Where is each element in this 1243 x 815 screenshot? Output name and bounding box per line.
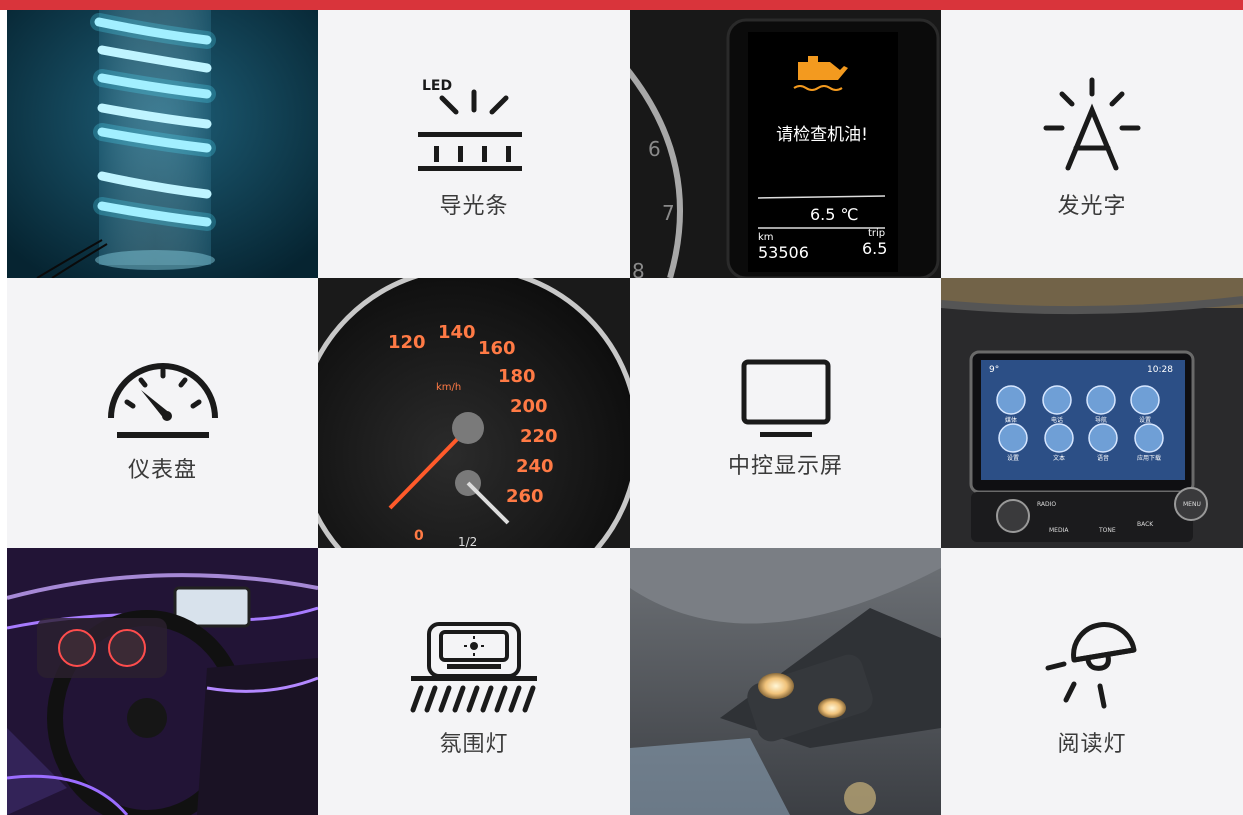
speed-160: 160 <box>478 338 516 359</box>
media-button-label: MEDIA <box>1049 527 1069 534</box>
luminous-letter-icon <box>1042 76 1142 172</box>
label-dashboard: 仪表盘 <box>127 458 197 483</box>
label-luminous-character: 发光字 <box>1057 194 1127 219</box>
trip-label: trip <box>868 228 885 239</box>
top-accent-bar <box>0 0 1243 10</box>
gauge-number-6: 6 <box>648 137 661 161</box>
photo-el-wire-cylinder <box>7 10 318 278</box>
tile-center-display: 中控显示屏 <box>630 278 941 548</box>
speed-200: 200 <box>510 396 548 417</box>
trip-value: 6.5 <box>862 239 887 258</box>
photo-ambient-interior <box>7 548 318 815</box>
dashboard-gauge-icon <box>105 352 221 442</box>
photo-speedometer: 120 140 160 180 200 220 240 260 100 0 km… <box>318 278 630 548</box>
led-light-strip-icon: LED <box>414 74 534 184</box>
app-label: 设置 <box>1007 454 1019 462</box>
speed-260: 260 <box>506 486 544 507</box>
speed-220: 220 <box>520 426 558 447</box>
reading-lamp-icon <box>1044 620 1140 710</box>
app-label: 应用下载 <box>1137 454 1161 462</box>
head-unit-time: 10:28 <box>1147 365 1173 375</box>
tone-button-label: TONE <box>1098 527 1116 534</box>
back-button-label: BACK <box>1137 521 1154 528</box>
label-ambient-light: 氛围灯 <box>439 732 509 757</box>
speed-240: 240 <box>516 456 554 477</box>
speed-unit: km/h <box>436 382 461 393</box>
odometer-value: 53506 <box>758 243 809 262</box>
km-label: km <box>758 232 774 243</box>
photo-dome-light <box>630 548 941 815</box>
app-label: 导航 <box>1095 416 1107 424</box>
radio-button-label: RADIO <box>1037 501 1056 508</box>
ambient-light-icon <box>407 620 541 716</box>
app-label: 语音 <box>1097 454 1109 462</box>
tile-light-strip: LED 导光条 <box>318 10 630 278</box>
gauge-number-7: 7 <box>662 201 675 225</box>
tile-luminous-character: 发光字 <box>941 10 1243 278</box>
speed-zero: 0 <box>414 528 424 544</box>
oil-warning-text: 请检查机油! <box>776 125 868 145</box>
app-label: 电话 <box>1051 416 1063 424</box>
speed-140: 140 <box>438 322 476 343</box>
gauge-number-8: 8 <box>632 259 645 278</box>
glowing-cylinder-image <box>7 10 318 278</box>
menu-button-label: MENU <box>1183 501 1201 508</box>
photo-head-unit: 9° 10:28 媒体 电话 导航 设置 设置 文本 语音 应用下载 RADIO <box>941 278 1243 548</box>
speed-180: 180 <box>498 366 536 387</box>
label-center-display: 中控显示屏 <box>727 454 843 479</box>
photo-cluster-warning: 6 7 8 请检查机油! 6.5 ℃ km 53506 trip 6.5 <box>630 10 941 278</box>
app-label: 设置 <box>1139 416 1151 424</box>
tile-reading-light: 阅读灯 <box>941 548 1243 815</box>
fuel-half-mark: 1/2 <box>458 535 477 548</box>
tile-dashboard: 仪表盘 <box>7 278 318 548</box>
monitor-icon <box>740 358 832 442</box>
tile-ambient-light: 氛围灯 <box>318 548 630 815</box>
head-unit-temp: 9° <box>989 365 999 375</box>
label-reading-light: 阅读灯 <box>1057 732 1127 757</box>
label-light-strip: 导光条 <box>439 194 509 219</box>
app-label: 媒体 <box>1005 416 1017 424</box>
led-badge: LED <box>422 78 452 94</box>
app-label: 文本 <box>1053 454 1065 462</box>
temperature-readout: 6.5 ℃ <box>810 205 859 224</box>
